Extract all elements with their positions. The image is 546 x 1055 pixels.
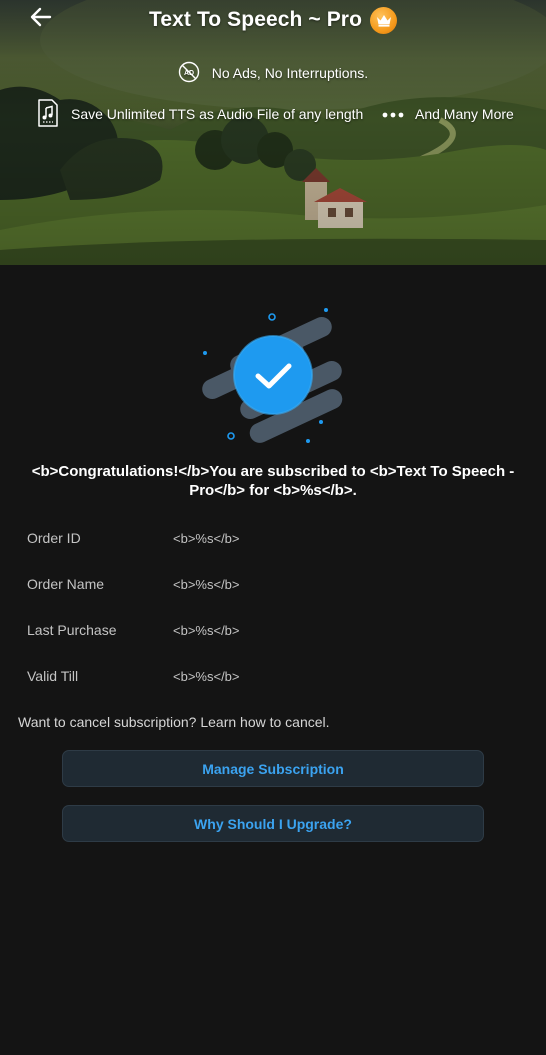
detail-value: <b>%s</b> xyxy=(173,623,240,638)
crown-icon xyxy=(370,6,398,34)
detail-label: Order ID xyxy=(27,530,81,546)
no-ads-icon: AD xyxy=(178,61,200,86)
audio-file-icon xyxy=(37,98,59,131)
detail-order-name: Order Name <b>%s</b> xyxy=(27,576,527,596)
detail-value: <b>%s</b> xyxy=(173,577,240,592)
page-title: Text To Speech ~ Pro xyxy=(148,8,363,31)
header-banner: Text To Speech ~ Pro AD No Ads, No Inter… xyxy=(0,0,546,265)
detail-label: Order Name xyxy=(27,576,105,592)
why-upgrade-button[interactable]: Why Should I Upgrade? xyxy=(62,805,484,842)
feature-no-ads: AD No Ads, No Interruptions. xyxy=(0,60,546,86)
manage-subscription-button[interactable]: Manage Subscription xyxy=(62,750,484,787)
feature-row-secondary: Save Unlimited TTS as Audio File of any … xyxy=(0,98,546,130)
banner-shade xyxy=(0,0,546,265)
detail-label: Valid Till xyxy=(27,668,79,684)
detail-order-id: Order ID <b>%s</b> xyxy=(27,530,527,550)
detail-value: <b>%s</b> xyxy=(173,669,240,684)
detail-last-purchase: Last Purchase <b>%s</b> xyxy=(27,622,527,642)
subscription-success-illustration xyxy=(202,308,343,443)
detail-value: <b>%s</b> xyxy=(173,531,240,546)
feature-audio-text: Save Unlimited TTS as Audio File of any … xyxy=(71,106,364,122)
detail-valid-till: Valid Till <b>%s</b> xyxy=(27,668,527,688)
feature-no-ads-text: No Ads, No Interruptions. xyxy=(211,65,369,81)
feature-more-text: And Many More xyxy=(415,106,514,122)
detail-label: Last Purchase xyxy=(27,622,117,638)
more-dots-icon xyxy=(382,107,404,123)
cancel-subscription-link[interactable]: Want to cancel subscription? Learn how t… xyxy=(18,714,330,730)
title-row: Text To Speech ~ Pro xyxy=(0,3,546,37)
congratulations-message: <b>Congratulations!</b>You are subscribe… xyxy=(31,463,515,499)
